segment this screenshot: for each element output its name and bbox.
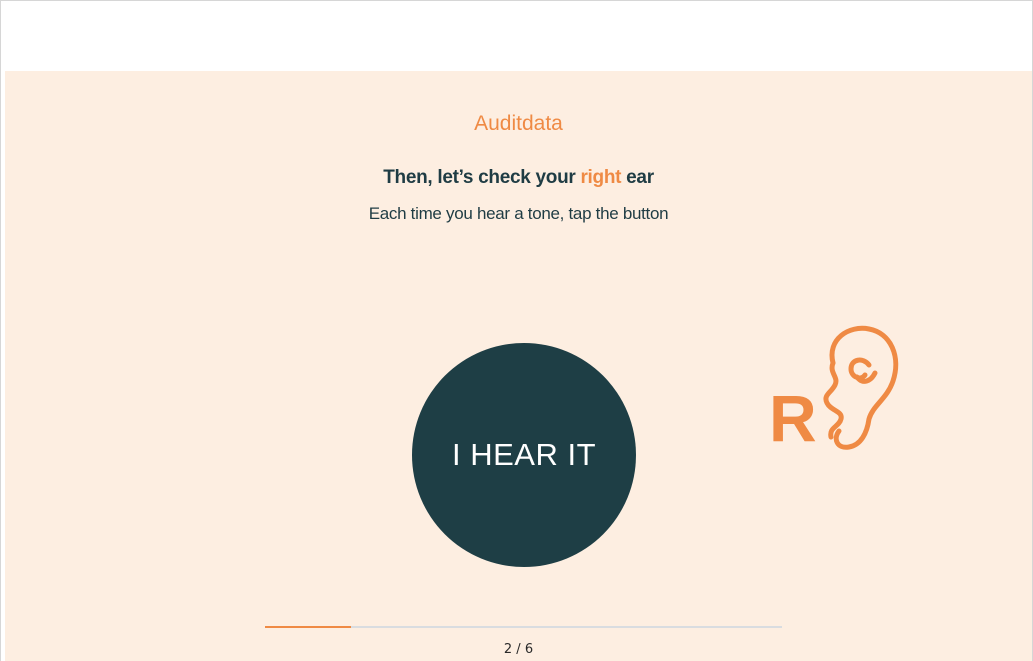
instruction-subtitle: Each time you hear a tone, tap the butto… [368, 204, 669, 223]
ear-side-highlight: right [580, 167, 622, 188]
i-hear-it-label: I HEAR IT [451, 437, 596, 472]
test-panel: Auditdata Then, let’s check your right e… [5, 71, 1032, 661]
title-text-before: Then, let’s check your [383, 167, 576, 188]
app-window: Auditdata Then, let’s check your right e… [0, 0, 1033, 661]
instruction-title: Then, let’s check your right ear [5, 167, 1032, 189]
progress-counter: 2 / 6 [503, 642, 534, 657]
ear-outline [823, 325, 899, 450]
i-hear-it-button[interactable]: I HEAR IT [412, 343, 636, 567]
title-text-after: ear [626, 167, 654, 188]
right-ear-icon: R [769, 325, 899, 455]
ear-side-letter: R [769, 381, 817, 455]
brand-name: Auditdata [474, 112, 563, 135]
progress-fill [265, 626, 352, 628]
progress-track [265, 626, 782, 628]
top-bar [1, 1, 1032, 71]
